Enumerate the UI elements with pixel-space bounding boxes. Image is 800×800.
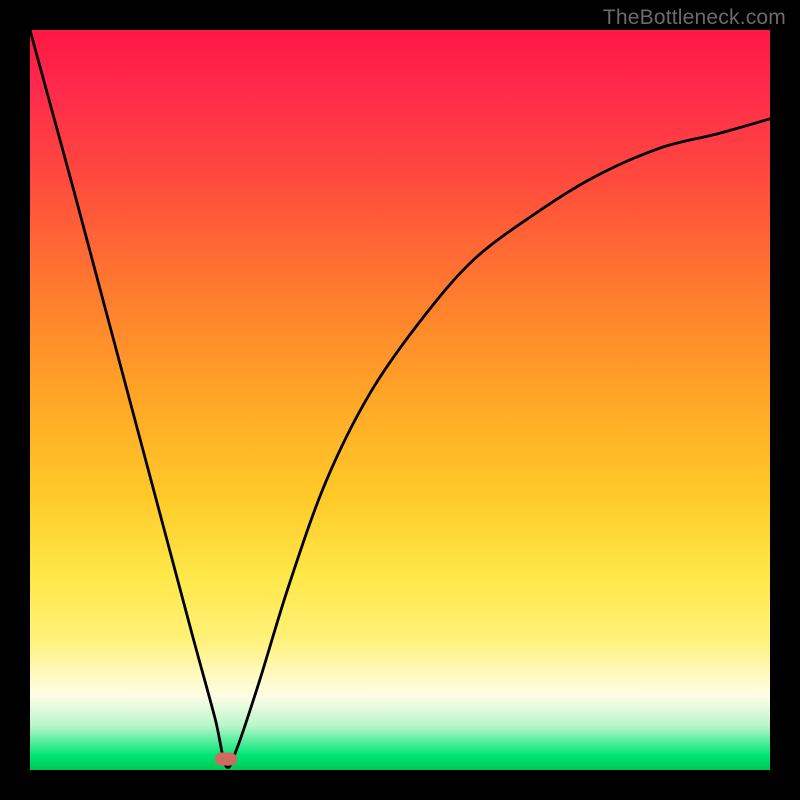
plot-area [30,30,770,770]
bottleneck-curve [30,30,770,768]
curve-svg [30,30,770,770]
minimum-marker [215,752,237,765]
watermark-text: TheBottleneck.com [603,6,786,30]
chart-frame: TheBottleneck.com [0,0,800,800]
